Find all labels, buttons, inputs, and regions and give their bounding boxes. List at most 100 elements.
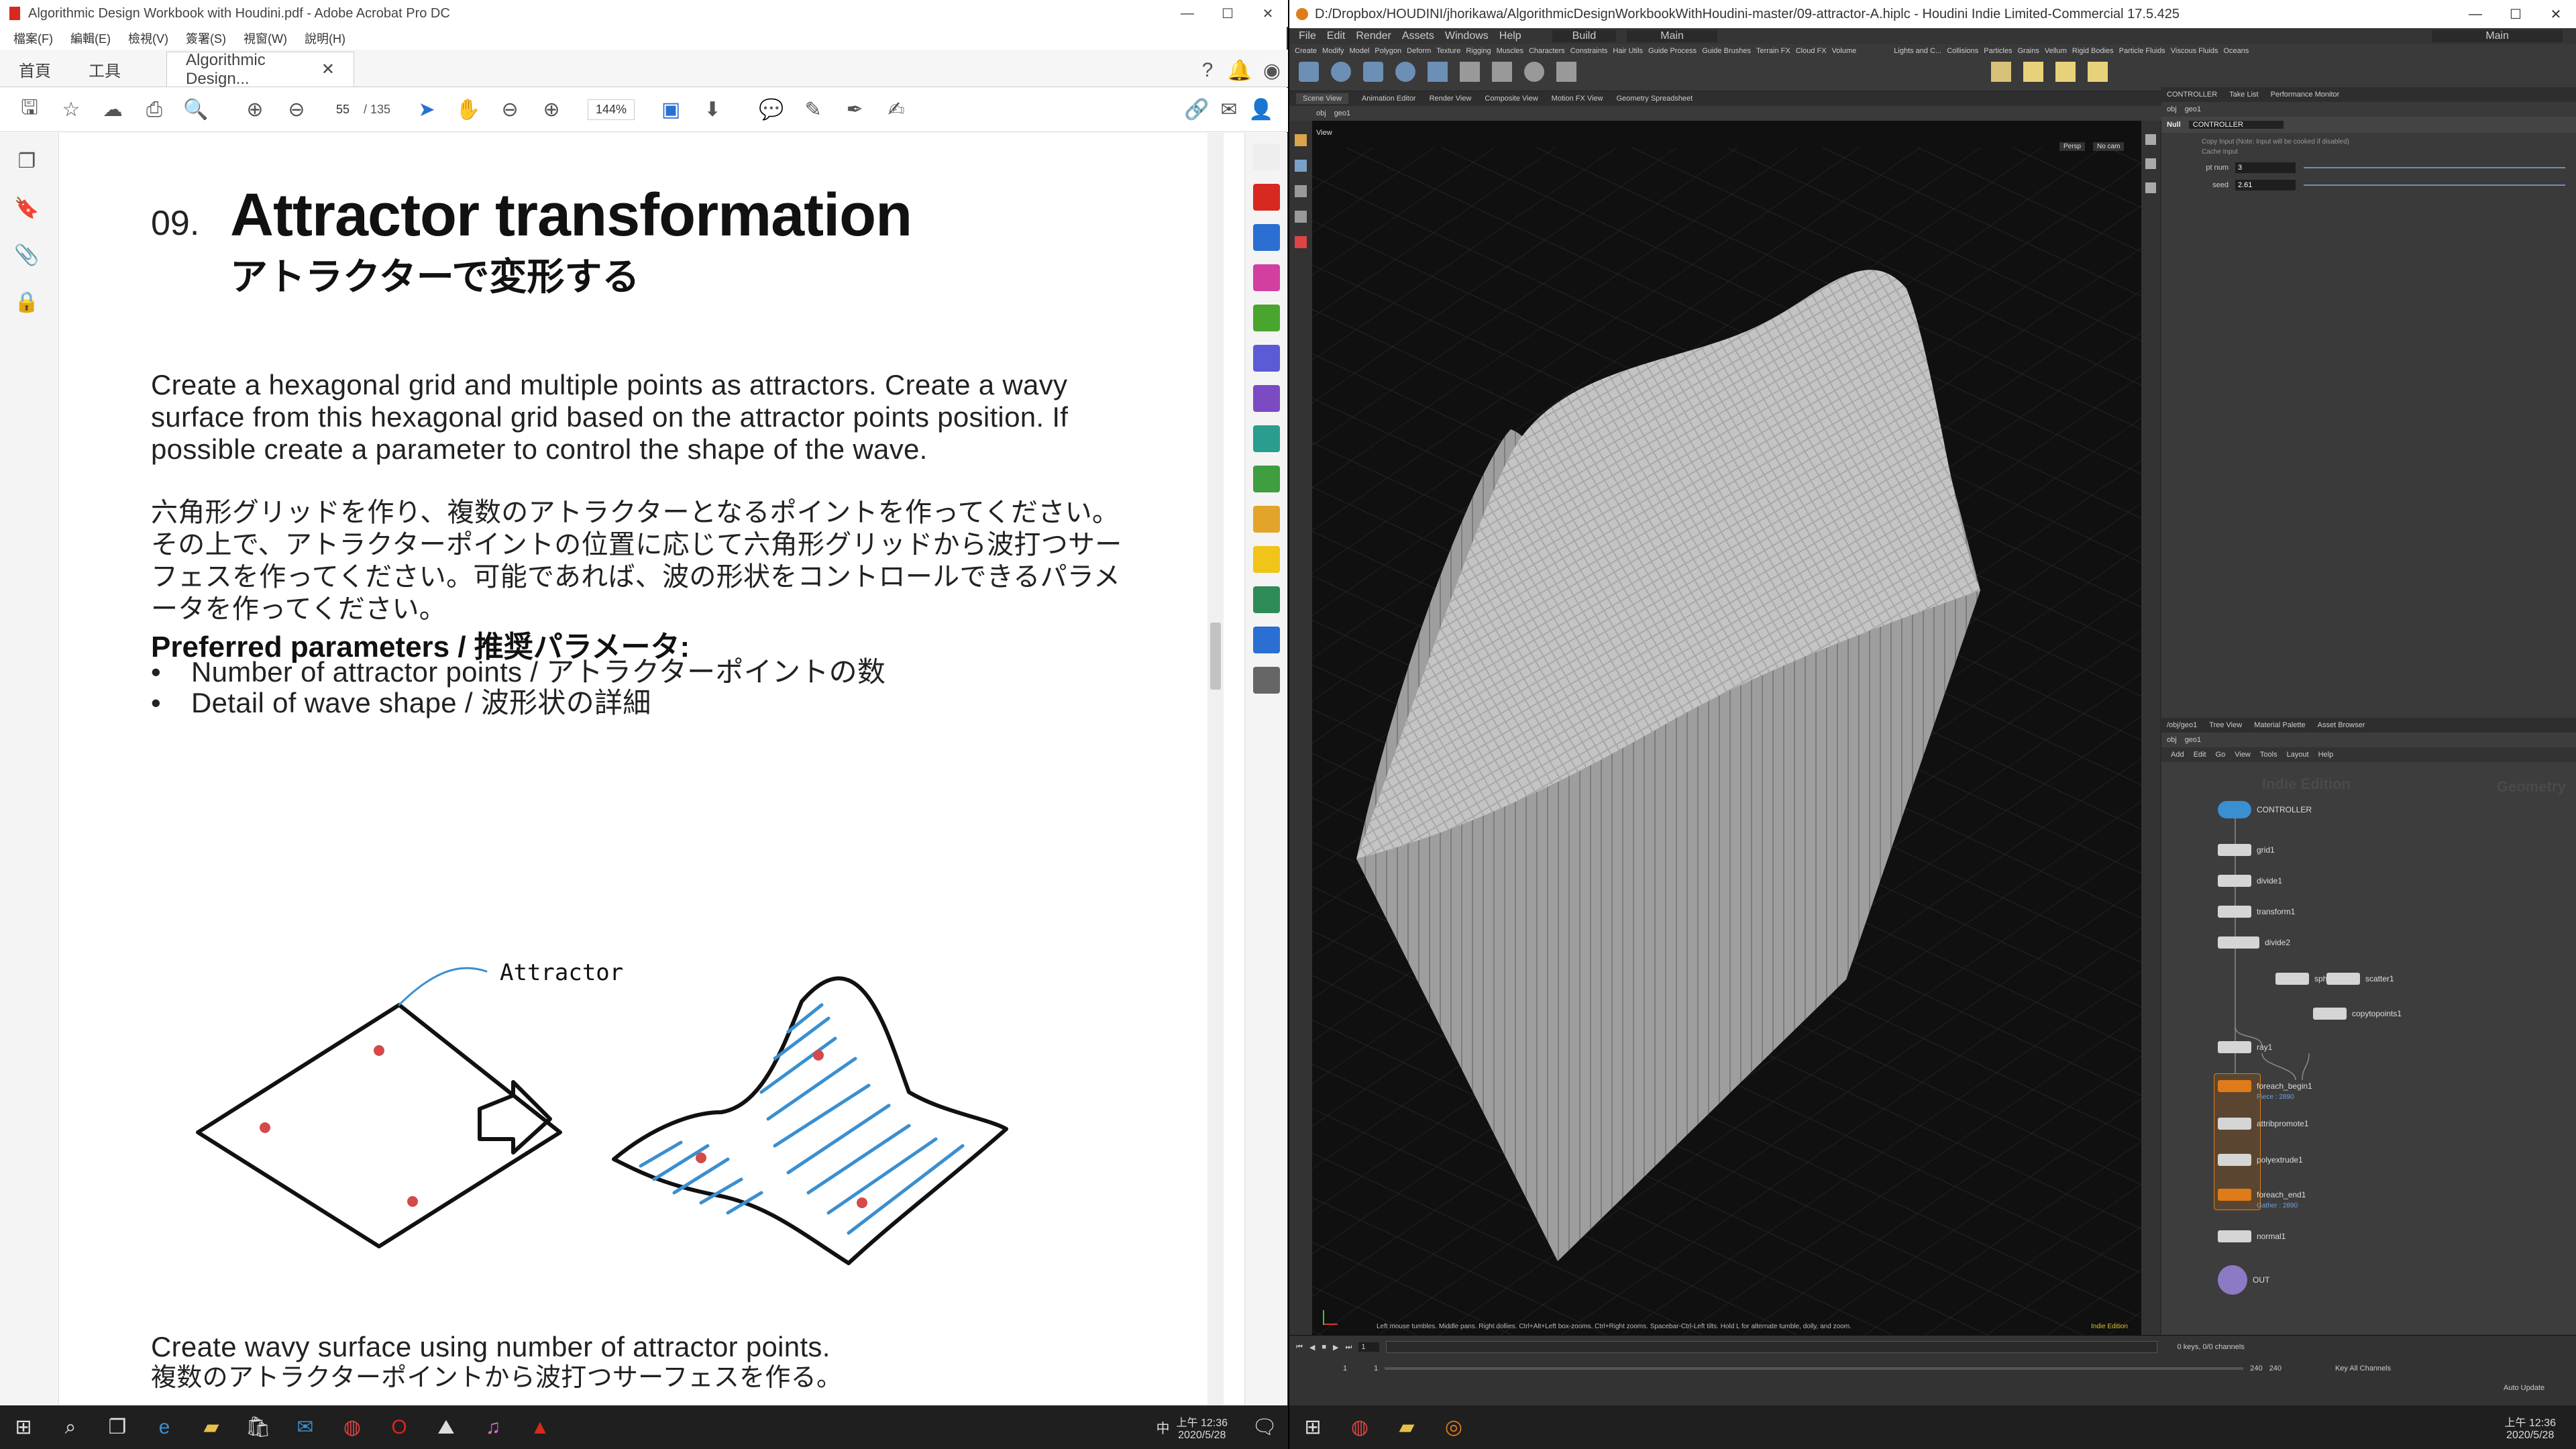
review-icon[interactable] xyxy=(1253,506,1280,533)
organize-pages-icon[interactable] xyxy=(1253,305,1280,331)
shelf-tool-grid[interactable] xyxy=(1428,62,1448,82)
save-icon[interactable]: 🖫 xyxy=(13,94,46,126)
shelf-tab-7[interactable]: Muscles xyxy=(1497,47,1523,55)
right-start-icon[interactable]: ⊞ xyxy=(1289,1407,1336,1448)
tab-close-icon[interactable]: ✕ xyxy=(321,60,335,79)
node-copytopoints1[interactable]: copytopoints1 xyxy=(2313,1008,2402,1020)
close-icon[interactable]: ✕ xyxy=(1248,5,1288,22)
pdf-scrollbar-thumb[interactable] xyxy=(1210,623,1221,690)
photos-icon[interactable]: ⛰ xyxy=(423,1407,470,1448)
tab-tools[interactable]: 工具 xyxy=(70,52,140,87)
edit-pdf-icon[interactable] xyxy=(1253,264,1280,291)
notification-icon[interactable]: 🗨 xyxy=(1241,1407,1288,1448)
param-tab-take-list[interactable]: Take List xyxy=(2229,91,2258,99)
cache-input-toggle[interactable]: Cache Input xyxy=(2161,146,2576,156)
comment-tool-icon[interactable] xyxy=(1253,546,1280,573)
minimize-icon[interactable]: — xyxy=(1167,6,1208,21)
shelf-tab-r3[interactable]: Grains xyxy=(2017,47,2039,55)
hmenu-file[interactable]: File xyxy=(1299,30,1316,42)
node-ray1[interactable]: ray1 xyxy=(2218,1041,2272,1053)
page-up-icon[interactable]: ⊕ xyxy=(239,94,271,126)
itunes-icon[interactable]: ♫ xyxy=(470,1407,517,1448)
path-obj[interactable]: obj xyxy=(1316,109,1326,117)
pdf-scrollbar[interactable] xyxy=(1208,133,1224,1405)
search-icon[interactable]: ⌕ xyxy=(47,1407,94,1448)
avatar[interactable]: ◉ xyxy=(1256,54,1288,87)
pages-icon[interactable]: ❐ xyxy=(11,145,43,177)
shelf-tool-box[interactable] xyxy=(1299,62,1319,82)
play-start-icon[interactable]: ⏮ xyxy=(1296,1343,1303,1352)
param-tab-perf[interactable]: Performance Monitor xyxy=(2271,91,2340,99)
hmenu-help[interactable]: Help xyxy=(1499,30,1521,42)
sign-icon[interactable]: ✒ xyxy=(839,94,871,126)
houdini-close-icon[interactable]: ✕ xyxy=(2536,6,2576,23)
ptnum-slider[interactable] xyxy=(2304,167,2565,168)
hmenu-assets[interactable]: Assets xyxy=(1402,30,1434,42)
shelf-tool-torus[interactable] xyxy=(1395,62,1415,82)
edge-icon[interactable]: e xyxy=(141,1407,188,1448)
shelf-tool-point-light[interactable] xyxy=(2023,62,2043,82)
print-icon[interactable]: ⎙ xyxy=(138,94,170,126)
node-grid1[interactable]: grid1 xyxy=(2218,844,2275,856)
node-foreach-end1[interactable]: foreach_end1 xyxy=(2218,1189,2306,1201)
shelf-tab-3[interactable]: Polygon xyxy=(1375,47,1401,55)
play-end-icon[interactable]: ⏭ xyxy=(1346,1343,1352,1352)
bookmark-icon[interactable]: 🔖 xyxy=(11,192,43,224)
menu-window[interactable]: 視窗(W) xyxy=(244,30,287,47)
attachment-icon[interactable]: 📎 xyxy=(11,239,43,271)
shading-icon[interactable] xyxy=(2145,158,2156,169)
pane-tab-geo-spreadsheet[interactable]: Geometry Spreadsheet xyxy=(1617,95,1693,103)
menu-file[interactable]: 檔案(F) xyxy=(13,30,53,47)
rotate-tool-icon[interactable] xyxy=(1295,185,1307,197)
node-attribpromote1[interactable]: attribpromote1 xyxy=(2218,1118,2308,1130)
scan-icon[interactable] xyxy=(1253,466,1280,492)
shelf-tab-5[interactable]: Texture xyxy=(1436,47,1460,55)
shelf-tab-r5[interactable]: Rigid Bodies xyxy=(2072,47,2114,55)
shelf-tab-6[interactable]: Rigging xyxy=(1466,47,1491,55)
shelf-tool-null[interactable] xyxy=(1460,62,1480,82)
shelf-tab-r4[interactable]: Vellum xyxy=(2045,47,2067,55)
menu-help[interactable]: 說明(H) xyxy=(305,30,345,47)
right-explorer-icon[interactable]: ▰ xyxy=(1383,1407,1430,1448)
shelf-tab-r0[interactable]: Lights and C... xyxy=(1894,47,1941,55)
network-editor[interactable]: /obj/geo1 Tree View Material Palette Ass… xyxy=(2161,718,2576,1335)
shelf-tool-spot-light[interactable] xyxy=(2055,62,2076,82)
node-controller[interactable]: CONTROLLER xyxy=(2218,801,2312,818)
shelf-tab-r1[interactable]: Collisions xyxy=(1947,47,1978,55)
hmenu-windows[interactable]: Windows xyxy=(1445,30,1489,42)
camera-menu[interactable]: No cam xyxy=(2093,142,2125,151)
range-start-field-2[interactable]: 1 xyxy=(1374,1364,1378,1373)
shelf-tab-8[interactable]: Characters xyxy=(1529,47,1565,55)
copy-input-toggle[interactable]: Copy Input (Note: Input will be cooked i… xyxy=(2161,133,2576,146)
shelf-tab-9[interactable]: Constraints xyxy=(1570,47,1608,55)
range-start-field[interactable]: 1 xyxy=(1343,1364,1347,1373)
help-icon[interactable]: ? xyxy=(1191,54,1224,87)
protect-icon[interactable] xyxy=(1253,627,1280,653)
play-icon[interactable]: ▶ xyxy=(1333,1343,1338,1352)
viewport-canvas[interactable] xyxy=(1289,121,2141,1335)
node-normal1[interactable]: normal1 xyxy=(2218,1230,2286,1242)
lock-icon[interactable]: 🔒 xyxy=(11,286,43,318)
fill-sign-tool-icon[interactable] xyxy=(1253,385,1280,412)
range-end-field[interactable]: 240 xyxy=(2250,1364,2262,1373)
node-divide2[interactable]: divide2 xyxy=(2218,936,2290,949)
pane-tab-composite-view[interactable]: Composite View xyxy=(1485,95,1538,103)
select-pointer-icon[interactable]: ➤ xyxy=(411,94,443,126)
display-options-icon[interactable] xyxy=(2145,134,2156,145)
page-down-icon[interactable]: ⊖ xyxy=(280,94,313,126)
upload-icon[interactable]: ☁ xyxy=(97,94,129,126)
star-icon[interactable]: ☆ xyxy=(55,94,87,126)
opera-icon[interactable]: O xyxy=(376,1407,423,1448)
comment-icon[interactable]: 💬 xyxy=(755,94,788,126)
hand-icon[interactable]: ✋ xyxy=(452,94,484,126)
timeline-bar[interactable] xyxy=(1385,1341,2157,1353)
param-tab-controller[interactable]: CONTROLLER xyxy=(2167,91,2217,99)
node-transform1[interactable]: transform1 xyxy=(2218,906,2295,918)
shelf-tool-line[interactable] xyxy=(1492,62,1512,82)
workspace-right[interactable]: Main xyxy=(2432,30,2563,42)
desktop-select[interactable]: Build xyxy=(1552,30,1617,42)
mail-icon[interactable]: ✉ xyxy=(1213,94,1245,126)
mail-app-icon[interactable]: ✉ xyxy=(282,1407,329,1448)
chrome-icon[interactable]: ◍ xyxy=(329,1407,376,1448)
shelf-tab-r7[interactable]: Viscous Fluids xyxy=(2171,47,2218,55)
